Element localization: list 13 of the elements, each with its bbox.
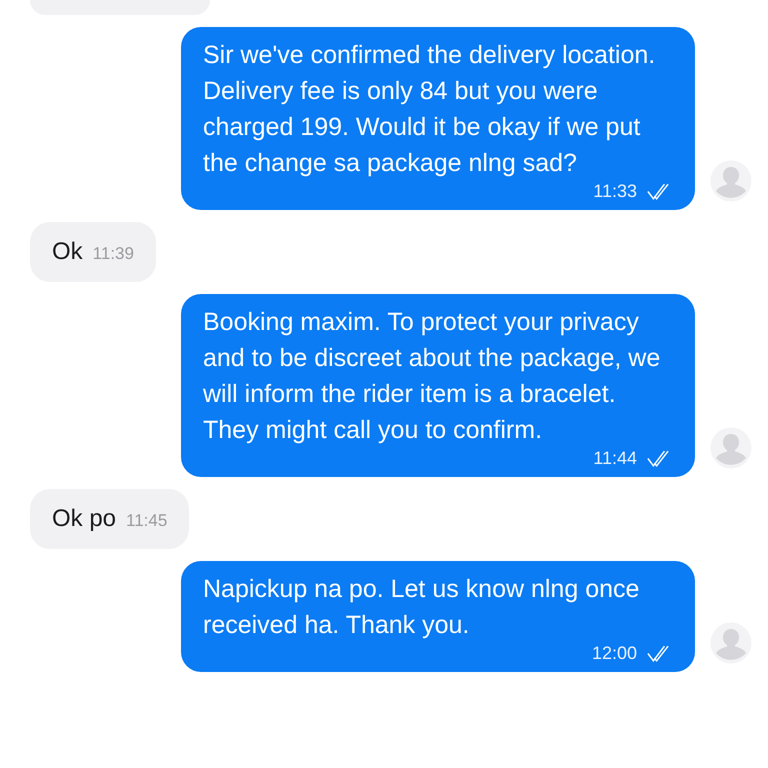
avatar-icon — [710, 160, 752, 202]
message-time: 11:39 — [92, 244, 134, 264]
avatar-icon — [710, 622, 752, 664]
message-time: 12:00 — [592, 643, 637, 664]
avatar-icon — [710, 427, 752, 469]
message-text: Booking maxim. To protect your privacy and to be discreet about the package, we will inform the rider item is a bracelet. They might call you to confirm. — [203, 307, 662, 446]
message-time: 11:44 — [593, 448, 637, 469]
message-text: Ok po — [52, 505, 116, 533]
message-time: 11:33 — [593, 181, 637, 202]
message-text: Ok — [52, 238, 83, 266]
message-time: 11:45 — [126, 511, 168, 531]
message-text: Sir we've confirmed the delivery location. Delivery fee is only 84 but you were charged 199. Would it be okay if we put the change sa package nlng sad? — [203, 40, 656, 179]
message-text: Napickup na po. Let us know nlng once received ha. Thank you. — [203, 574, 640, 641]
